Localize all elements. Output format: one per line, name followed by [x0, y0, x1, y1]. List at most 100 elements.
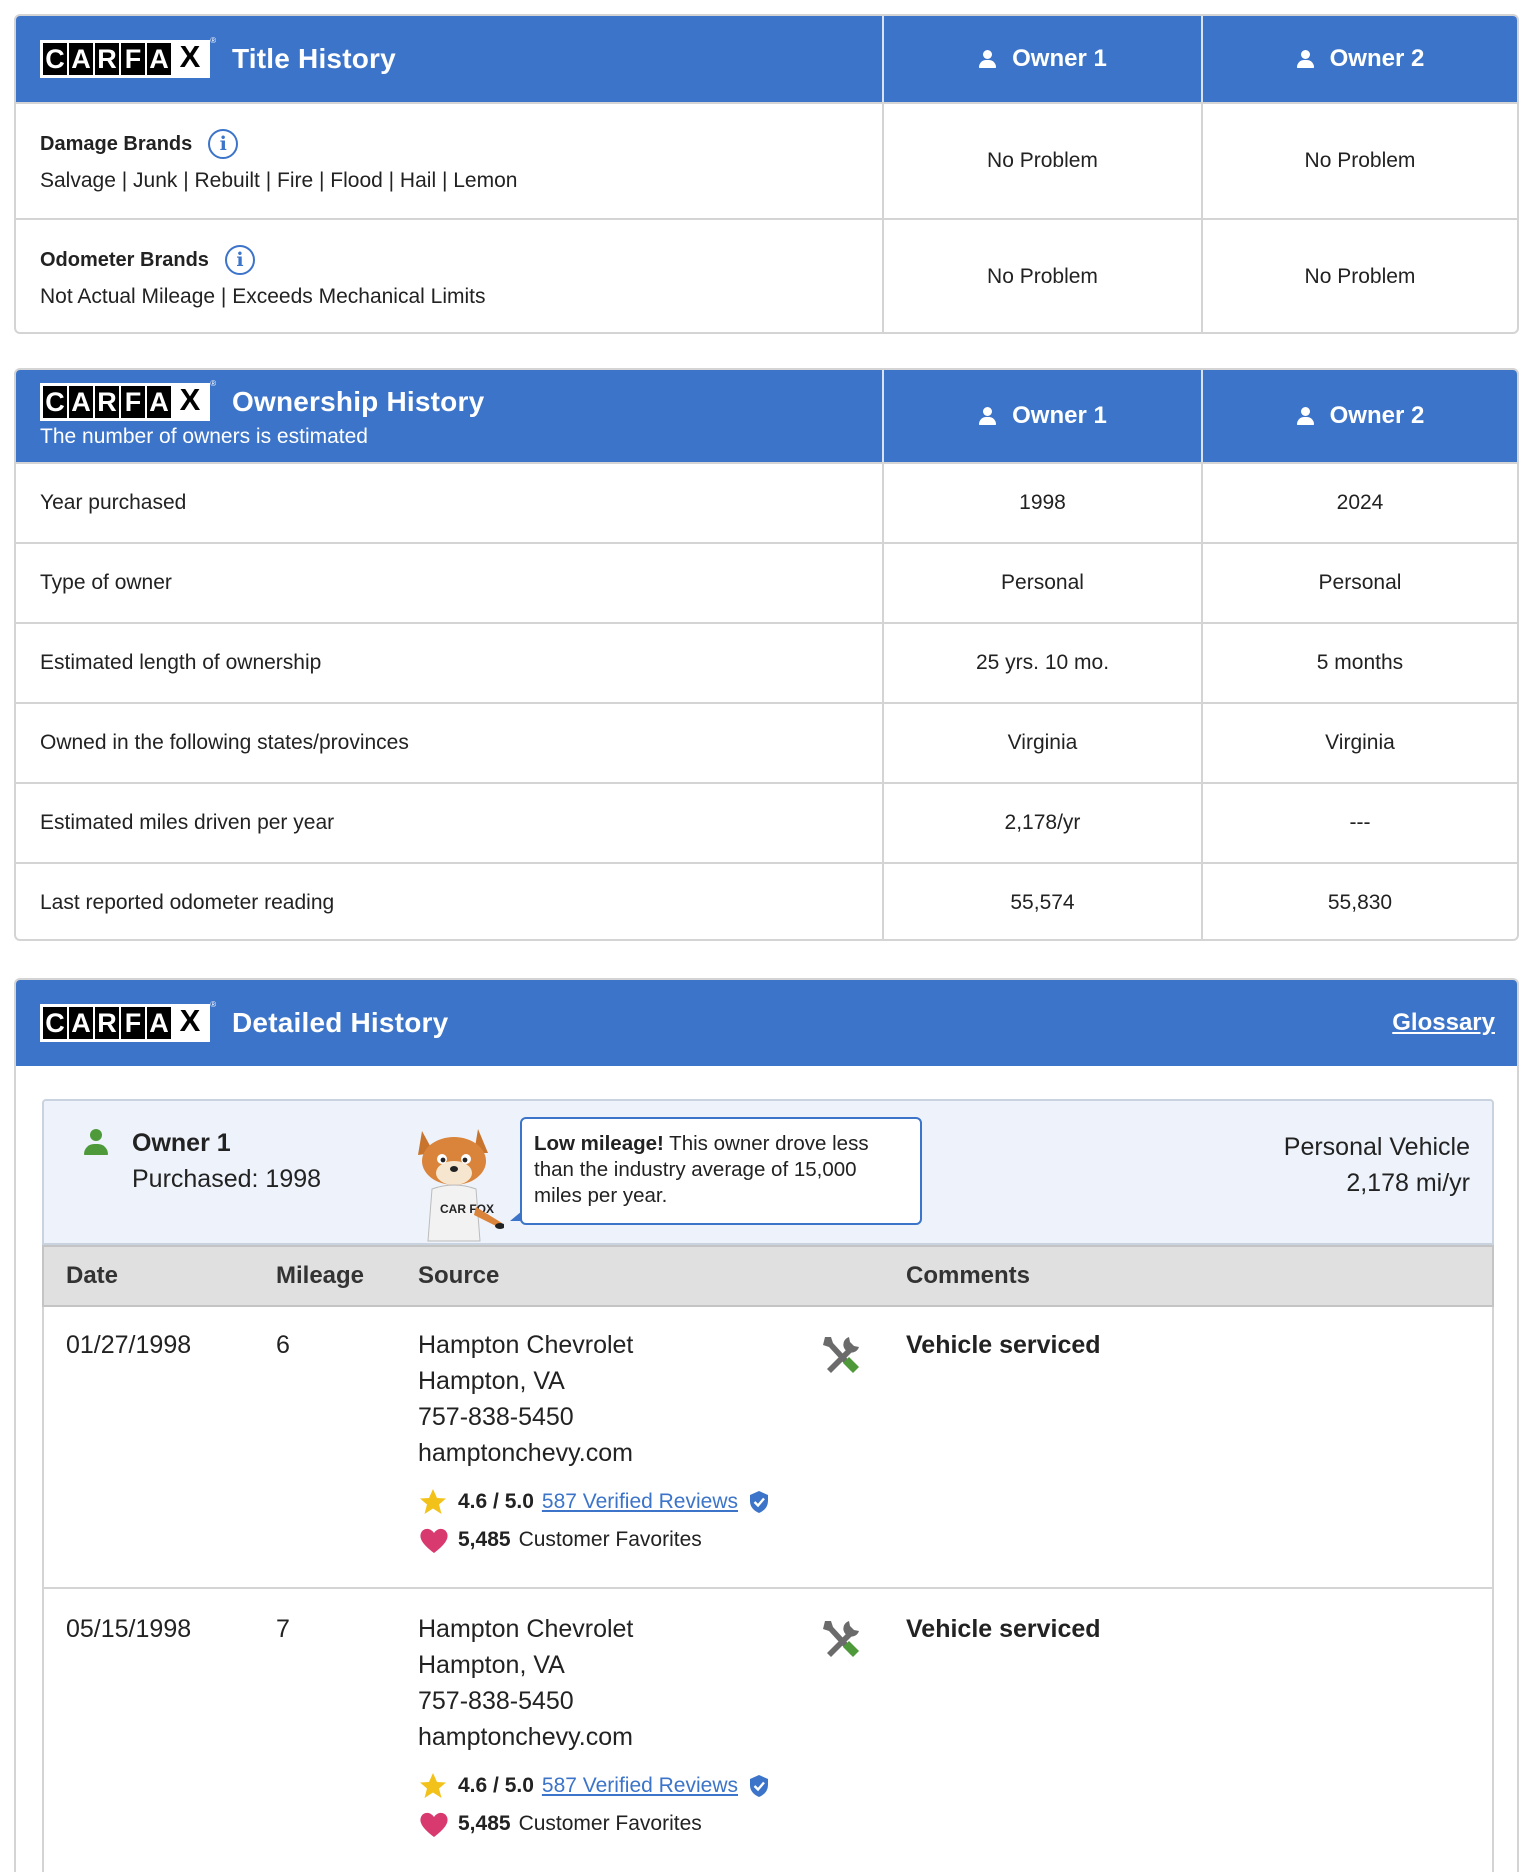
source-website: hamptonchevy.com — [418, 1723, 633, 1751]
ownership-history-header: C A R F A X ® Ownership History The numb… — [16, 370, 1517, 462]
title-history-header: C A R F A X ® Title History Owner 1 Owne… — [16, 16, 1517, 102]
owner-value: No Problem — [1201, 220, 1517, 332]
callout-tail — [510, 1211, 522, 1221]
verified-reviews-link[interactable]: 587 Verified Reviews — [542, 1774, 738, 1798]
logo-letter: X — [173, 1003, 207, 1039]
logo-letter: A — [147, 386, 171, 418]
owner-value: Virginia — [1201, 704, 1517, 782]
ownership-row: Estimated miles driven per year 2,178/yr… — [16, 782, 1517, 862]
record-comment: Vehicle serviced — [906, 1615, 1101, 1643]
record-source: Hampton Chevrolet Hampton, VA 757-838-54… — [418, 1611, 633, 1755]
logo-letter: F — [121, 43, 145, 75]
column-header-date: Date — [66, 1262, 119, 1289]
header-title-cell: C A R F A X ® Ownership History The numb… — [16, 370, 882, 462]
record-date: 05/15/1998 — [66, 1615, 192, 1643]
callout-bold: Low mileage! — [534, 1132, 664, 1155]
registered-mark: ® — [210, 379, 216, 388]
row-label: Estimated length of ownership — [40, 651, 322, 674]
section-title: Title History — [232, 43, 396, 74]
source-city: Hampton, VA — [418, 1651, 565, 1679]
verified-shield-icon — [750, 1491, 768, 1513]
verified-reviews-link[interactable]: 587 Verified Reviews — [542, 1490, 738, 1514]
person-icon — [978, 49, 998, 69]
rating-value: 4.6 / 5.0 — [458, 1490, 534, 1513]
row-label: Estimated miles driven per year — [40, 811, 335, 834]
row-label: Owned in the following states/provinces — [40, 731, 409, 754]
person-icon — [1296, 406, 1316, 426]
section-title: Ownership History — [232, 386, 485, 417]
record-date: 01/27/1998 — [66, 1331, 192, 1359]
row-description: Salvage | Junk | Rebuilt | Fire | Flood … — [40, 169, 518, 192]
row-label: Damage Brands — [40, 132, 193, 155]
history-table-header: Date Mileage Source Comments — [42, 1245, 1494, 1307]
source-name: Hampton Chevrolet — [418, 1331, 634, 1359]
row-label: Type of owner — [40, 571, 172, 594]
carfax-logo: C A R F A X ® — [40, 1000, 216, 1042]
ownership-row: Type of owner Personal Personal — [16, 542, 1517, 622]
owner-column-label: Owner 2 — [1329, 45, 1425, 72]
logo-letter: A — [69, 43, 93, 75]
logo-letter: F — [121, 1007, 145, 1039]
logo-letter: X — [173, 382, 207, 418]
info-icon[interactable]: i — [208, 129, 239, 159]
favorites-count: 5,485 — [458, 1528, 511, 1551]
row-label-cell: Damage Brands i Salvage | Junk | Rebuilt… — [16, 104, 882, 218]
owner-value: --- — [1201, 784, 1517, 862]
owner-value: Virginia — [882, 704, 1201, 782]
miles-per-year: 2,178 mi/yr — [1346, 1169, 1470, 1197]
owner-value: 2,178/yr — [882, 784, 1201, 862]
history-record: 05/15/1998 7 Hampton Chevrolet Hampton, … — [42, 1589, 1494, 1872]
glossary-link[interactable]: Glossary — [1392, 980, 1495, 1066]
logo-letter: A — [69, 1007, 93, 1039]
logo-letter: A — [69, 386, 93, 418]
info-icon[interactable]: i — [224, 245, 255, 275]
row-description: Not Actual Mileage | Exceeds Mechanical … — [40, 285, 486, 308]
verified-shield-icon — [750, 1775, 768, 1797]
column-header-comments: Comments — [906, 1262, 1031, 1289]
logo-letter: C — [43, 43, 67, 75]
source-city: Hampton, VA — [418, 1367, 565, 1395]
service-tools-icon — [823, 1337, 859, 1373]
ownership-row: Owned in the following states/provinces … — [16, 702, 1517, 782]
owner-column-label: Owner 1 — [1012, 45, 1107, 72]
registered-mark: ® — [210, 1000, 216, 1009]
owner-value: 1998 — [882, 464, 1201, 542]
owner-value: Personal — [1201, 544, 1517, 622]
row-label: Odometer Brands — [40, 248, 209, 271]
service-tools-icon — [823, 1621, 859, 1657]
owner-value: 55,830 — [1201, 864, 1517, 939]
record-comment: Vehicle serviced — [906, 1331, 1101, 1359]
favorites-label: Customer Favorites — [518, 1528, 702, 1551]
logo-letter: F — [121, 386, 145, 418]
person-icon — [978, 406, 998, 426]
section-subtitle: The number of owners is estimated — [40, 425, 368, 448]
owner-column-label: Owner 1 — [1012, 402, 1107, 429]
section-title: Detailed History — [232, 1007, 449, 1038]
source-phone: 757-838-5450 — [418, 1403, 574, 1431]
owner-purchased: Purchased: 1998 — [132, 1165, 322, 1193]
owner-value: 55,574 — [882, 864, 1201, 939]
logo-letter: A — [147, 1007, 171, 1039]
row-title: Odometer Brands i — [40, 245, 882, 275]
record-source: Hampton Chevrolet Hampton, VA 757-838-54… — [418, 1327, 633, 1471]
title-history-section: C A R F A X ® Title History Owner 1 Owne… — [14, 14, 1519, 334]
ownership-row: Year purchased 1998 2024 — [16, 462, 1517, 542]
carfox-mascot-icon: CAR FOX — [418, 1129, 504, 1242]
logo-letter: R — [95, 386, 119, 418]
source-name: Hampton Chevrolet — [418, 1615, 634, 1643]
owner-column-header: Owner 1 — [882, 16, 1201, 102]
row-title: Damage Brands i — [40, 129, 882, 159]
column-header-source: Source — [418, 1262, 500, 1289]
logo-letter: A — [147, 43, 171, 75]
detailed-history-header: C A R F A X ® Detailed History Glossary — [16, 980, 1517, 1066]
rating-line: 4.6 / 5.0 587 Verified Reviews — [418, 1771, 770, 1801]
owner-column-header: Owner 2 — [1201, 16, 1517, 102]
logo-letter: C — [43, 1007, 67, 1039]
logo-letter: C — [43, 386, 67, 418]
header-title-cell: C A R F A X ® Title History — [16, 16, 882, 102]
ownership-history-section: C A R F A X ® Ownership History The numb… — [14, 368, 1519, 941]
source-phone: 757-838-5450 — [418, 1687, 574, 1715]
logo-letter: X — [173, 39, 207, 75]
ownership-row: Estimated length of ownership 25 yrs. 10… — [16, 622, 1517, 702]
owner-summary: Owner 1 Purchased: 1998 CAR FOX Low mile… — [42, 1099, 1494, 1245]
